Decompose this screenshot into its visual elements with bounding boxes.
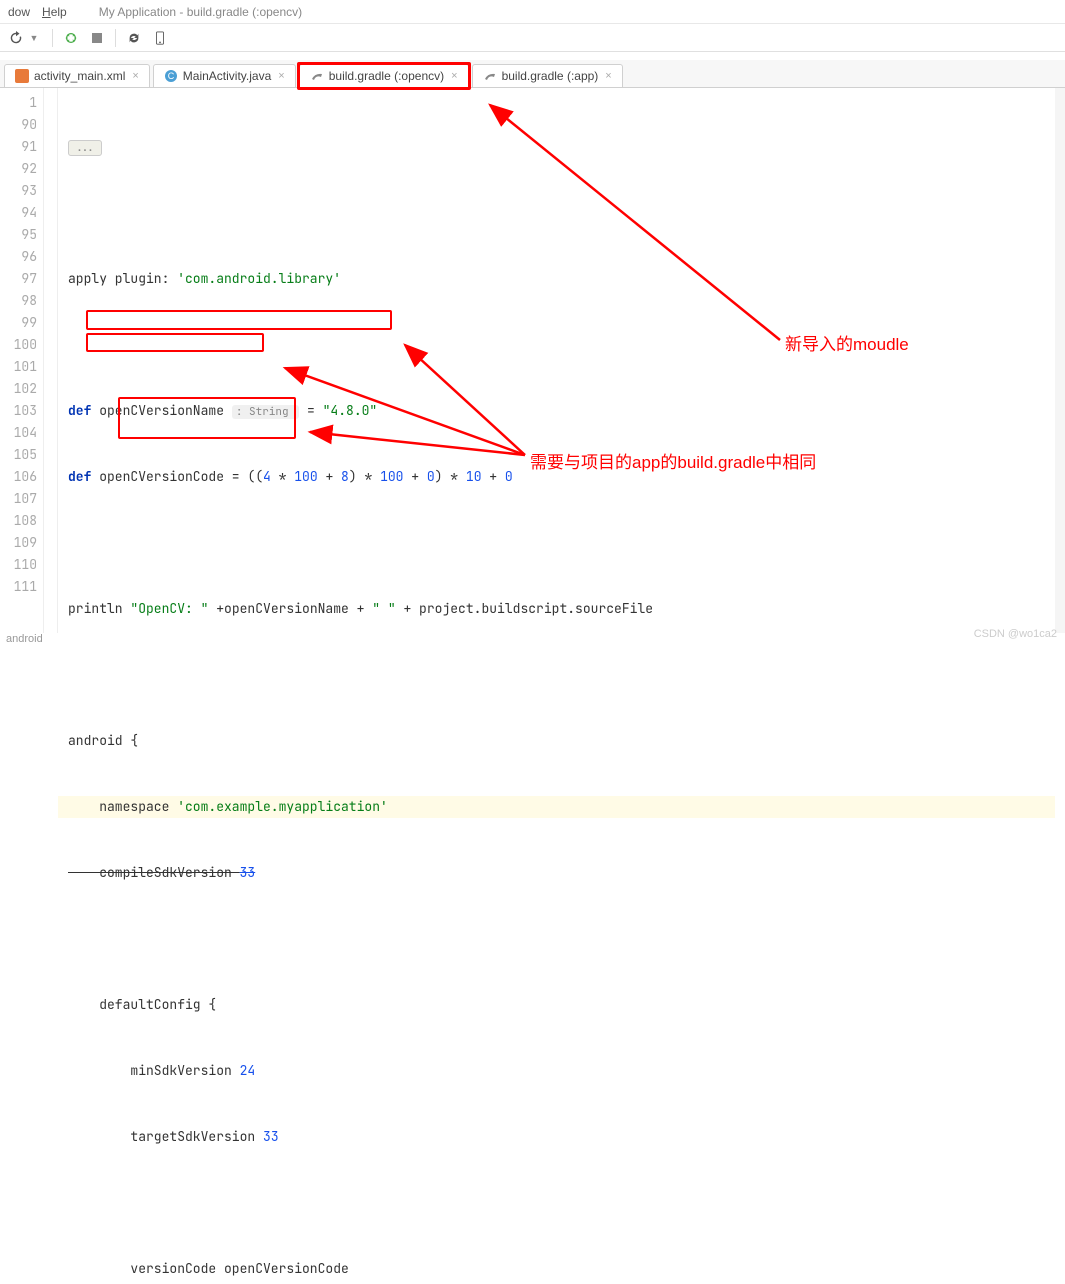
line-number: 101	[0, 356, 37, 378]
watermark: CSDN @wo1ca2	[974, 628, 1057, 640]
code-area[interactable]: ... apply plugin: 'com.android.library' …	[58, 88, 1055, 633]
line-number: 91	[0, 136, 37, 158]
java-file-icon: C	[164, 69, 178, 83]
line-number: 98	[0, 290, 37, 312]
line-number: 103	[0, 400, 37, 422]
tab-activity-main[interactable]: activity_main.xml ×	[4, 64, 150, 87]
menubar: dow HHelpelp My Application - build.grad…	[0, 0, 1065, 24]
line-number: 100	[0, 334, 37, 356]
line-number: 102	[0, 378, 37, 400]
line-number: 90	[0, 114, 37, 136]
bug-icon[interactable]	[63, 30, 79, 46]
line-number	[0, 598, 37, 620]
close-icon[interactable]: ×	[451, 70, 457, 82]
gradle-file-icon	[483, 69, 497, 83]
tab-main-activity[interactable]: C MainActivity.java ×	[153, 64, 296, 87]
toolbar: ▼	[0, 24, 1065, 52]
line-number: 105	[0, 444, 37, 466]
close-icon[interactable]: ×	[278, 70, 284, 82]
line-number: 94	[0, 202, 37, 224]
annotation-box-namespace	[86, 310, 392, 330]
line-number: 110	[0, 554, 37, 576]
tab-label: build.gradle (:app)	[502, 69, 599, 83]
fold-marker[interactable]: ...	[68, 140, 102, 156]
line-number: 97	[0, 268, 37, 290]
line-number: 1	[0, 92, 37, 114]
dropdown-arrow-icon[interactable]: ▼	[26, 30, 42, 46]
scrollbar[interactable]	[1055, 88, 1065, 633]
xml-file-icon	[15, 69, 29, 83]
gradle-file-icon	[310, 69, 324, 83]
close-icon[interactable]: ×	[605, 70, 611, 82]
tab-build-gradle-opencv[interactable]: build.gradle (:opencv) ×	[299, 64, 469, 87]
separator	[52, 29, 53, 47]
menu-window[interactable]: dow	[8, 5, 30, 19]
menu-help[interactable]: HHelpelp	[42, 5, 67, 19]
close-icon[interactable]: ×	[132, 70, 138, 82]
line-number: 108	[0, 510, 37, 532]
separator	[115, 29, 116, 47]
reload-icon[interactable]	[8, 30, 24, 46]
annotation-text-must-match: 需要与项目的app的build.gradle中相同	[530, 448, 816, 473]
stop-icon[interactable]	[89, 30, 105, 46]
fold-gutter	[44, 88, 58, 633]
editor-tabs: activity_main.xml × C MainActivity.java …	[0, 60, 1065, 88]
line-number: 93	[0, 180, 37, 202]
line-number: 95	[0, 224, 37, 246]
line-number: 111	[0, 576, 37, 598]
line-number: 109	[0, 532, 37, 554]
tab-build-gradle-app[interactable]: build.gradle (:app) ×	[472, 64, 623, 87]
svg-text:C: C	[168, 71, 175, 81]
editor: 1 90 91 92 93 94 95 96 97 98 99 100 101 …	[0, 88, 1065, 633]
line-number: 96	[0, 246, 37, 268]
annotation-text-new-module: 新导入的moudle	[785, 330, 909, 355]
tab-label: MainActivity.java	[183, 69, 271, 83]
line-number: 92	[0, 158, 37, 180]
tab-label: build.gradle (:opencv)	[329, 69, 444, 83]
device-icon[interactable]	[152, 30, 168, 46]
line-number: 107	[0, 488, 37, 510]
line-number: 104	[0, 422, 37, 444]
sync-icon[interactable]	[126, 30, 142, 46]
line-number: 106	[0, 466, 37, 488]
window-title: My Application - build.gradle (:opencv)	[99, 5, 302, 19]
line-number: 99	[0, 312, 37, 334]
tab-label: activity_main.xml	[34, 69, 125, 83]
line-gutter: 1 90 91 92 93 94 95 96 97 98 99 100 101 …	[0, 88, 44, 633]
